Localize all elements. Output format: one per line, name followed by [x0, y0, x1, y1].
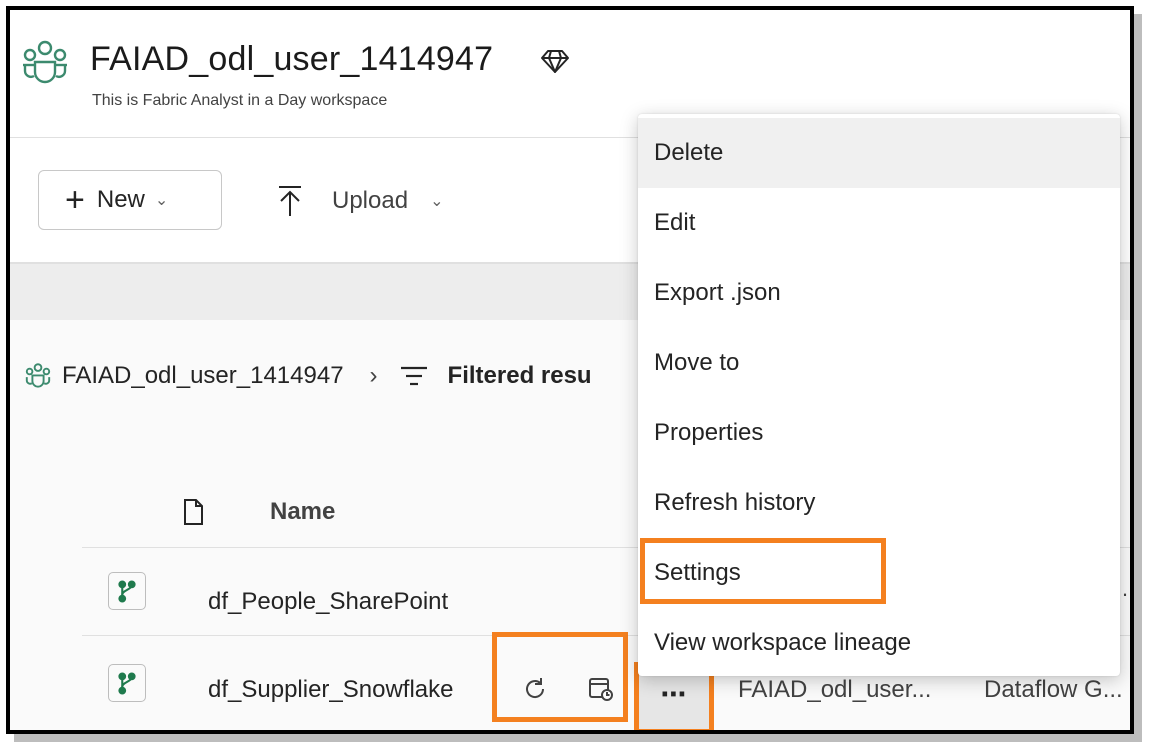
frame-shadow-bottom: [14, 734, 1142, 742]
screenshot-frame: FAIAD_odl_user_1414947 This is Fabric An…: [6, 6, 1134, 734]
frame-shadow-right: [1134, 14, 1142, 742]
item-name-link[interactable]: df_People_SharePoint: [208, 588, 448, 616]
settings-highlight: [640, 538, 886, 604]
location-cell: FAIAD_odl_user...: [738, 676, 932, 703]
more-options-icon: ⋯: [660, 678, 688, 709]
workspace-people-icon: [25, 363, 51, 388]
menu-item-view-workspace-lineage[interactable]: View workspace lineage: [638, 608, 1120, 678]
menu-item-delete[interactable]: Delete: [638, 118, 1120, 188]
chevron-down-icon: ⌄: [430, 193, 444, 210]
workspace-people-icon: [23, 40, 67, 84]
menu-item-properties[interactable]: Properties: [638, 398, 1120, 468]
chevron-down-icon: ⌄: [154, 192, 169, 209]
column-header-name[interactable]: Name: [270, 498, 335, 526]
breadcrumb-filter-label[interactable]: Filtered resu: [448, 362, 592, 390]
upload-button[interactable]: Upload ⌄: [276, 176, 443, 226]
upload-icon: [279, 186, 301, 216]
breadcrumb-workspace-link[interactable]: FAIAD_odl_user_1414947: [62, 362, 344, 390]
filter-lines-icon: [400, 366, 427, 386]
workspace-title: FAIAD_odl_user_1414947: [90, 40, 494, 78]
new-button-label: New: [96, 186, 145, 213]
row-actions-highlight: [492, 632, 628, 722]
menu-item-edit[interactable]: Edit: [638, 188, 1120, 258]
menu-item-refresh-history[interactable]: Refresh history: [638, 468, 1120, 538]
upload-button-label: Upload: [332, 187, 409, 214]
refresh-icon[interactable]: [521, 675, 549, 703]
type-cell: Dataflow G...: [984, 676, 1123, 703]
dataflow-icon: [108, 572, 146, 610]
breadcrumb: FAIAD_odl_user_1414947 › Filtered resu: [24, 356, 592, 396]
menu-item-move-to[interactable]: Move to: [638, 328, 1120, 398]
premium-diamond-icon: [541, 50, 569, 73]
new-button[interactable]: + New ⌄: [38, 170, 222, 230]
schedule-refresh-icon[interactable]: [587, 675, 615, 703]
item-name-link[interactable]: df_Supplier_Snowflake: [208, 676, 454, 704]
chevron-right-icon: ›: [369, 362, 378, 389]
menu-item-export-json[interactable]: Export .json: [638, 258, 1120, 328]
dataflow-icon: [108, 664, 146, 702]
file-type-icon: [184, 499, 203, 525]
workspace-description: This is Fabric Analyst in a Day workspac…: [92, 92, 388, 109]
plus-icon: +: [65, 181, 85, 219]
